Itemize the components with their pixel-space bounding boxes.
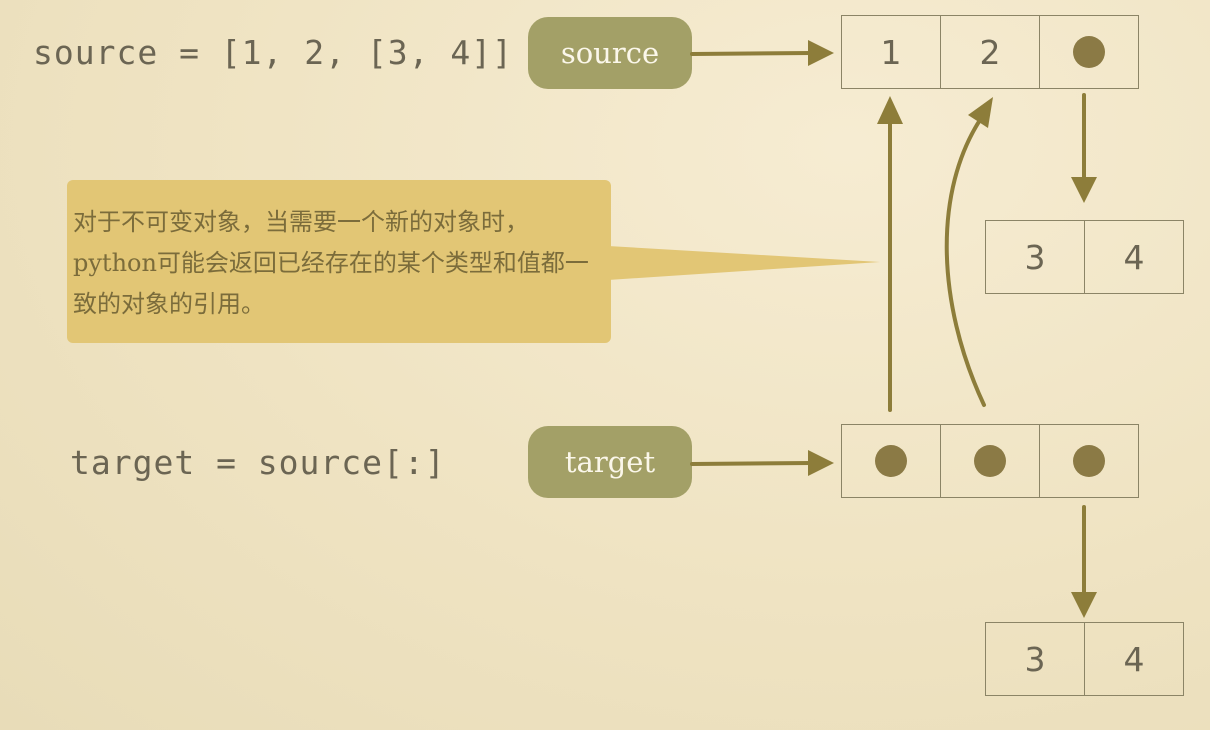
target-pointer-arrowhead (808, 450, 834, 476)
shared-ref-arrow-2 (944, 118, 986, 407)
shared-ref-arrowhead-2 (968, 97, 993, 128)
arrows-layer (690, 40, 1097, 618)
source-pointer-arrowhead (808, 40, 834, 66)
target-pointer-arrow (690, 461, 814, 466)
target-nested-arrowhead (1071, 592, 1097, 618)
source-nested-arrowhead (1071, 177, 1097, 203)
source-pointer-arrow (690, 51, 814, 56)
shared-ref-arrowhead-1 (877, 96, 903, 124)
